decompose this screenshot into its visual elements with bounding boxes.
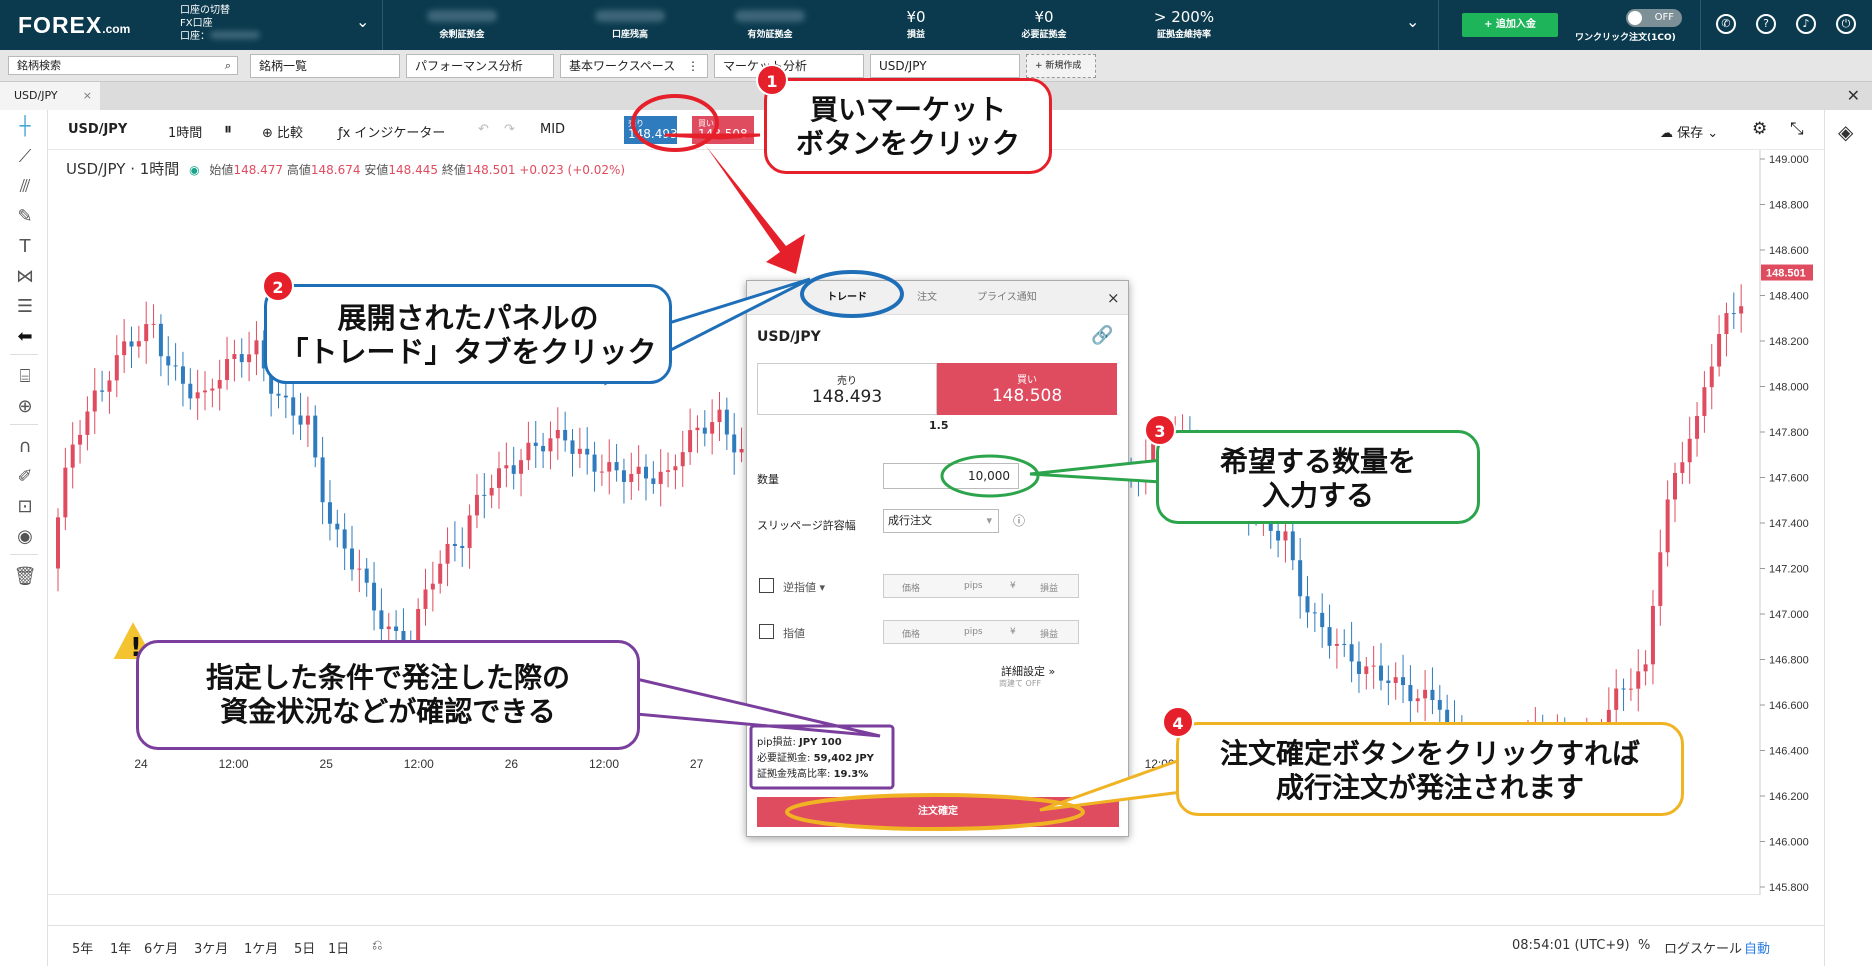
confirm-ellipse bbox=[785, 793, 1085, 831]
callout3-pointer bbox=[1029, 458, 1164, 484]
callout-step4: 注文確定ボタンをクリックすれば 成行注文が発注されます bbox=[1176, 722, 1684, 816]
buy-button-ellipse bbox=[631, 94, 719, 152]
step3-badge: 3 bbox=[1144, 414, 1176, 446]
callout-step1: 買いマーケット ボタンをクリック bbox=[764, 78, 1052, 174]
callout-step2: 展開されたパネルの 「トレード」タブをクリック bbox=[264, 284, 672, 384]
step2-badge: 2 bbox=[262, 270, 294, 302]
callout-step3: 希望する数量を 入力する bbox=[1156, 430, 1480, 524]
step4-badge: 4 bbox=[1162, 706, 1194, 738]
quantity-ellipse bbox=[940, 454, 1040, 498]
trade-tab-ellipse bbox=[800, 270, 904, 318]
callout-warning: 指定した条件で発注した際の 資金状況などが確認できる bbox=[136, 640, 640, 750]
step1-badge: 1 bbox=[756, 64, 788, 96]
